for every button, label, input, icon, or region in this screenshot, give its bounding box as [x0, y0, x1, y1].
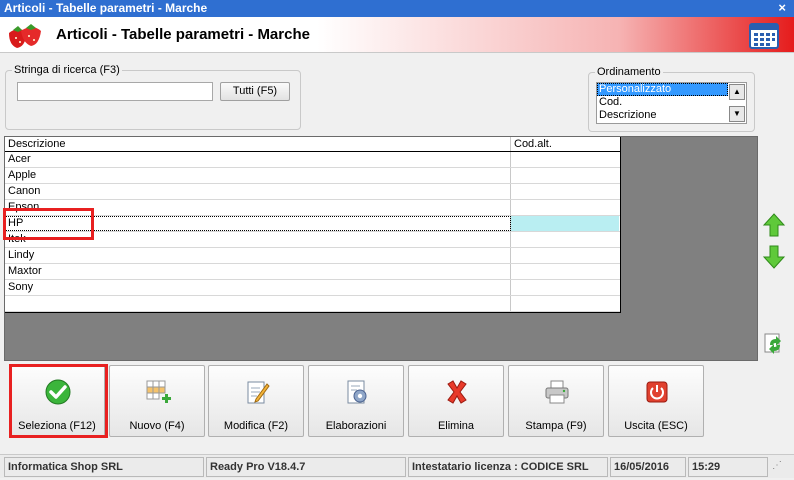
window-title: Articoli - Tabelle parametri - Marche — [4, 1, 208, 15]
scroll-up-icon[interactable]: ▲ — [729, 84, 745, 100]
all-button[interactable]: Tutti (F5) — [220, 82, 290, 101]
status-version: Ready Pro V18.4.7 — [206, 457, 406, 477]
elaborazioni-label: Elaborazioni — [325, 420, 387, 432]
nuovo-button[interactable]: Nuovo (F4) — [109, 365, 205, 437]
resize-grip-icon[interactable]: ⋰ — [772, 460, 782, 471]
cell-cod-alt — [511, 216, 619, 231]
status-license: Intestatario licenza : CODICE SRL — [408, 457, 608, 477]
ordering-listbox[interactable]: Personalizzato Cod. Descrizione ▲ ▼ — [596, 82, 747, 124]
table-row[interactable]: Lindy — [5, 248, 620, 264]
elimina-label: Elimina — [437, 420, 475, 432]
refresh-sort-icon[interactable] — [762, 331, 786, 357]
ordering-label: Ordinamento — [595, 66, 663, 78]
nuovo-label: Nuovo (F4) — [129, 420, 185, 432]
new-grid-icon — [146, 380, 171, 403]
cell-descrizione: Sony — [5, 280, 511, 295]
search-input[interactable] — [17, 82, 213, 101]
cell-cod-alt — [511, 168, 619, 183]
table-header: Descrizione Cod.alt. — [5, 137, 620, 152]
table-row[interactable]: Epson — [5, 200, 620, 216]
table-row[interactable] — [5, 296, 620, 312]
elaborazioni-button[interactable]: Elaborazioni — [308, 365, 404, 437]
edit-document-icon — [247, 381, 270, 404]
table-row[interactable]: Canon — [5, 184, 620, 200]
cell-cod-alt — [511, 296, 619, 311]
ordering-option[interactable]: Cod. — [597, 96, 728, 109]
table-row[interactable]: Sony — [5, 280, 620, 296]
uscita-label: Uscita (ESC) — [624, 420, 688, 432]
cell-cod-alt — [511, 248, 619, 263]
cell-cod-alt — [511, 152, 619, 167]
window-titlebar: Articoli - Tabelle parametri - Marche × — [0, 0, 794, 17]
stampa-label: Stampa (F9) — [525, 420, 587, 432]
uscita-button[interactable]: Uscita (ESC) — [608, 365, 704, 437]
stampa-button[interactable]: Stampa (F9) — [508, 365, 604, 437]
ordering-option[interactable]: Personalizzato — [597, 83, 728, 96]
grid-container: Descrizione Cod.alt. Acer Apple Canon Ep… — [4, 136, 758, 361]
search-label: Stringa di ricerca (F3) — [12, 64, 122, 76]
column-header-descrizione[interactable]: Descrizione — [5, 137, 511, 151]
status-company: Informatica Shop SRL — [4, 457, 204, 477]
cell-cod-alt — [511, 264, 619, 279]
status-bar: Informatica Shop SRL Ready Pro V18.4.7 I… — [0, 454, 794, 478]
process-gear-icon — [347, 380, 367, 404]
cell-descrizione — [5, 296, 511, 311]
cell-descrizione: Maxtor — [5, 264, 511, 279]
power-exit-icon — [646, 381, 668, 403]
highlight-box-seleziona — [9, 364, 108, 438]
column-header-cod-alt[interactable]: Cod.alt. — [511, 137, 619, 151]
cell-cod-alt — [511, 200, 619, 215]
strawberry-logo-icon — [9, 24, 41, 48]
cell-descrizione: Lindy — [5, 248, 511, 263]
close-icon[interactable]: × — [778, 0, 786, 15]
ordering-option[interactable]: Descrizione — [597, 109, 728, 122]
modifica-label: Modifica (F2) — [223, 420, 289, 432]
status-date: 16/05/2016 — [610, 457, 686, 477]
calendar-icon[interactable] — [749, 23, 779, 49]
elimina-button[interactable]: Elimina — [408, 365, 504, 437]
delete-x-icon — [447, 380, 467, 404]
table-row[interactable]: Acer — [5, 152, 620, 168]
status-time: 15:29 — [688, 457, 768, 477]
cell-cod-alt — [511, 280, 619, 295]
printer-icon — [545, 380, 569, 404]
scroll-down-icon[interactable]: ▼ — [729, 106, 745, 122]
table-row[interactable]: Maxtor — [5, 264, 620, 280]
move-down-icon[interactable] — [762, 244, 786, 270]
cell-cod-alt — [511, 232, 619, 247]
cell-descrizione: Apple — [5, 168, 511, 183]
cell-descrizione: Canon — [5, 184, 511, 199]
brands-table[interactable]: Descrizione Cod.alt. Acer Apple Canon Ep… — [5, 137, 621, 313]
cell-descrizione: Acer — [5, 152, 511, 167]
move-up-icon[interactable] — [762, 212, 786, 238]
highlight-box-hp — [3, 208, 94, 240]
modifica-button[interactable]: Modifica (F2) — [208, 365, 304, 437]
table-row[interactable]: Itek — [5, 232, 620, 248]
table-row-selected[interactable]: HP — [5, 216, 620, 232]
cell-cod-alt — [511, 184, 619, 199]
table-row[interactable]: Apple — [5, 168, 620, 184]
page-title: Articoli - Tabelle parametri - Marche — [56, 26, 310, 43]
module-header: Articoli - Tabelle parametri - Marche — [0, 17, 794, 53]
